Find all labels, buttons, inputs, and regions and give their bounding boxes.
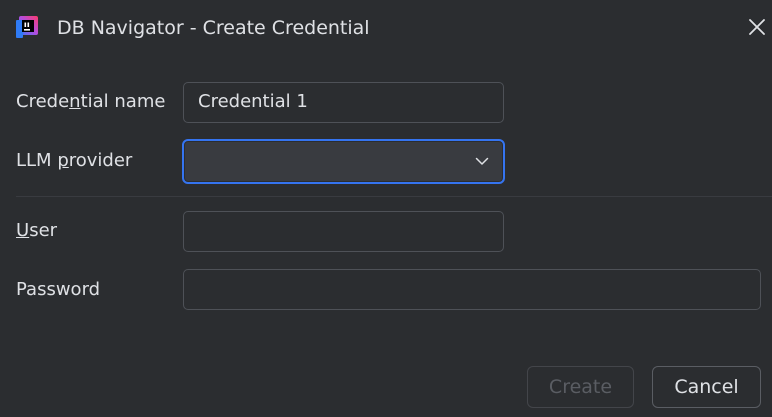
- user-field[interactable]: [183, 211, 504, 252]
- db-navigator-app-icon: [16, 16, 38, 38]
- llm-provider-label: LLM provider: [16, 149, 132, 173]
- mnemonic-letter: p: [57, 150, 69, 171]
- mnemonic-letter: U: [16, 220, 30, 241]
- password-label: Password: [16, 279, 101, 300]
- llm-provider-label-text: LLM provider: [16, 150, 133, 171]
- create-button[interactable]: Create: [527, 366, 634, 408]
- user-label: User: [16, 219, 57, 243]
- cancel-button[interactable]: Cancel: [652, 366, 761, 408]
- llm-provider-dropdown[interactable]: [182, 139, 505, 184]
- title-bar: DB Navigator - Create Credential: [0, 0, 772, 56]
- user-label-text: User: [16, 220, 58, 241]
- close-icon: [749, 19, 765, 35]
- credential-name-field[interactable]: Credential 1: [183, 82, 504, 123]
- credential-name-value: Credential 1: [198, 91, 308, 112]
- dialog-title: DB Navigator - Create Credential: [57, 17, 370, 39]
- credential-name-label-text: Credential name: [16, 91, 166, 112]
- close-button[interactable]: [743, 13, 771, 41]
- create-credential-dialog: DB Navigator - Create Credential Credent…: [0, 0, 772, 417]
- credential-name-label: Credential name: [16, 90, 165, 114]
- chevron-down-icon: [475, 157, 489, 165]
- mnemonic-letter: n: [69, 91, 81, 112]
- section-divider: [16, 196, 772, 197]
- password-field[interactable]: [183, 269, 761, 310]
